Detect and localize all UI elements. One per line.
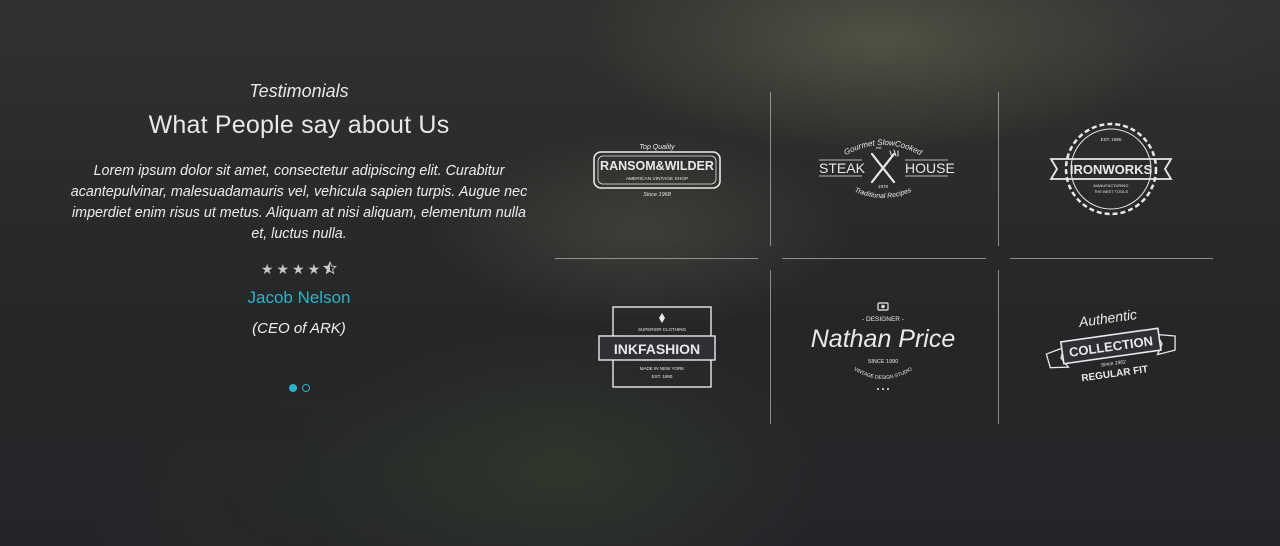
author-name[interactable]: Jacob Nelson xyxy=(70,288,528,308)
logo-name: IRONWORKS xyxy=(1070,162,1153,177)
logo-year: EST. 1990 xyxy=(652,374,673,379)
logo-name: Nathan Price xyxy=(811,325,956,353)
logo-ransom-wilder: Top Quality RANSOM&WILDER AMERICAN VINTA… xyxy=(557,94,757,244)
diamond-icon xyxy=(659,313,665,323)
logo-year: 1978 xyxy=(878,184,889,189)
logo-year: EST. 1990 xyxy=(1101,137,1122,142)
logo-steak-house: Gourmet SlowCooked est. STEAK HOUSE 1978… xyxy=(783,94,983,244)
logo-tagline: Authentic xyxy=(1077,306,1138,330)
client-logo-grid: Top Quality RANSOM&WILDER AMERICAN VINTA… xyxy=(555,92,1213,424)
logo-est: est. xyxy=(876,145,882,150)
testimonials-section: Testimonials What People say about Us Lo… xyxy=(0,0,1280,546)
grid-divider xyxy=(782,258,986,259)
camera-icon xyxy=(877,302,889,311)
slider-pagination xyxy=(70,384,528,392)
star-full-icon: ★ xyxy=(292,261,306,277)
logo-name-left: STEAK xyxy=(819,160,866,176)
logo-tagline: - DESIGNER - xyxy=(862,316,904,323)
grid-divider xyxy=(998,270,999,424)
testimonial-block: Testimonials What People say about Us Lo… xyxy=(70,78,528,392)
logo-authentic-collection: Authentic COLLECTION Since 1962 REGULAR … xyxy=(1011,272,1211,422)
logo-subtitle: MANUFACTURING xyxy=(1094,183,1129,188)
logo-name: INKFASHION xyxy=(614,341,700,357)
star-full-icon: ★ xyxy=(260,261,275,277)
logo-tagline: Gourmet SlowCooked xyxy=(842,138,924,157)
logo-ironworks: EST. 1990 IRONWORKS MANUFACTURING THE BE… xyxy=(1011,94,1211,244)
section-title: What People say about Us xyxy=(148,111,450,139)
logo-subtitle: AMERICAN VINTAGE SHOP xyxy=(626,176,688,182)
grid-divider xyxy=(770,270,771,424)
logo-subtitle-2: THE BEST TOOLS xyxy=(1094,189,1128,194)
logo-name-right: HOUSE xyxy=(905,160,955,176)
logo-nathan-price: - DESIGNER - Nathan Price SINCE 1990 VIN… xyxy=(783,272,983,422)
grid-divider xyxy=(770,92,771,246)
logo-tagline: SUPERIOR CLOTHING xyxy=(638,327,687,332)
star-full-icon: ★ xyxy=(276,261,290,277)
section-subtitle: Testimonials xyxy=(249,81,349,101)
logo-inkfashion: SUPERIOR CLOTHING INKFASHION MADE IN NEW… xyxy=(557,272,757,422)
fork-knife-icon xyxy=(870,149,899,184)
logo-bottom: REGULAR FIT xyxy=(1081,364,1149,384)
testimonial-quote: Lorem ipsum dolor sit amet, consectetur … xyxy=(70,163,528,242)
logo-bottom: VINTAGE DESIGN STUDIO xyxy=(853,366,914,381)
logo-subtitle: SINCE 1990 xyxy=(868,359,899,365)
logo-subtitle: MADE IN NEW YORK xyxy=(640,366,684,371)
star-half-icon xyxy=(323,261,338,278)
slider-dot-2[interactable] xyxy=(301,384,310,392)
grid-divider xyxy=(998,92,999,246)
star-rating: ★ ★ ★ ★ xyxy=(70,261,528,278)
logo-name: RANSOM&WILDER xyxy=(600,159,714,173)
grid-divider xyxy=(555,258,758,259)
author-role: (CEO of ARK) xyxy=(252,320,346,337)
grid-divider xyxy=(1010,258,1213,259)
slider-dot-1[interactable] xyxy=(288,384,297,392)
logo-year: Since 1968 xyxy=(643,192,671,198)
star-full-icon: ★ xyxy=(307,261,322,277)
logo-tagline: Top Quality xyxy=(639,144,675,151)
